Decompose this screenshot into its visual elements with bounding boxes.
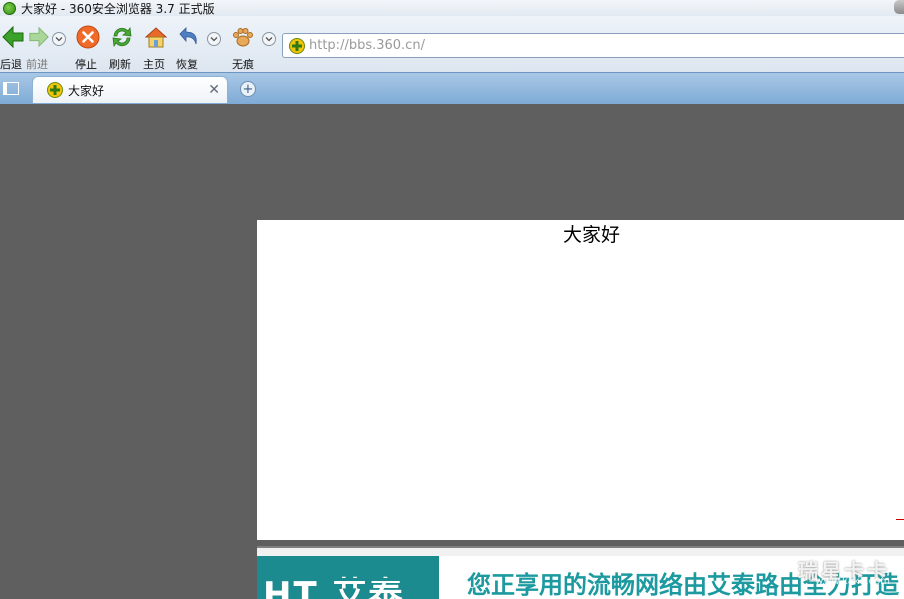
tab-close-icon[interactable]: ✕ [208,83,220,97]
site-favicon-icon [289,37,305,54]
title-bar: 大家好 - 360安全浏览器 3.7 正式版 [0,0,904,16]
toolbar: 后退 前进 停止 刷新 主页 恢复 无痕 http://bbs.360.cn/ [0,16,904,72]
red-mark [896,519,904,520]
banner-logo: HT 艾泰 [257,556,439,599]
tab-list-icon[interactable] [3,82,19,95]
url-input[interactable] [309,38,869,53]
incognito-button[interactable]: 无痕 [230,24,256,71]
new-tab-button[interactable]: + [240,81,256,97]
content-area: 大家好 HT 艾泰 您正享用的流畅网络由艾泰路由全力打造 瑞星卡卡 www.ka… [0,104,904,599]
incognito-label: 无痕 [232,58,254,71]
watermark-sub: www.kaka.com [815,576,890,587]
tab-favicon-icon [47,82,63,98]
restore-button[interactable]: 恢复 [176,24,202,71]
home-label: 主页 [143,58,165,71]
forward-label: 前进 [26,58,48,71]
home-icon [143,24,169,50]
banner-logo-text: HT 艾泰 [263,575,405,599]
forward-arrow-icon [26,24,52,50]
restore-label: 恢复 [176,58,198,71]
home-button[interactable]: 主页 [143,24,169,71]
back-label: 后退 [0,58,22,71]
tab-title: 大家好 [68,83,105,98]
refresh-button[interactable]: 刷新 [109,24,135,71]
undo-icon [176,24,202,50]
paw-icon [230,24,256,50]
tab-strip: 大家好 ✕ + [0,72,904,104]
incognito-dropdown-icon[interactable] [262,32,276,46]
logo-stripe [257,578,439,581]
stop-icon [75,24,101,50]
ad-banner[interactable]: HT 艾泰 您正享用的流畅网络由艾泰路由全力打造 瑞星卡卡 www.kaka.c… [257,556,904,599]
refresh-icon [109,24,135,50]
browser-logo-icon [3,1,16,15]
restore-dropdown-icon[interactable] [207,32,221,46]
stop-label: 停止 [75,58,97,71]
forward-button[interactable]: 前进 [26,24,52,71]
page-panel: 大家好 [257,220,904,540]
page-heading: 大家好 [562,224,620,246]
history-dropdown-icon[interactable] [52,32,66,46]
window-controls[interactable] [894,0,904,14]
address-bar[interactable] [282,33,904,58]
back-button[interactable]: 后退 [0,24,26,71]
divider [257,546,904,556]
back-arrow-icon [0,24,26,50]
stop-button[interactable]: 停止 [75,24,101,71]
tab-active[interactable]: 大家好 ✕ [32,76,228,103]
refresh-label: 刷新 [109,58,131,71]
window-title: 大家好 - 360安全浏览器 3.7 正式版 [21,1,215,16]
